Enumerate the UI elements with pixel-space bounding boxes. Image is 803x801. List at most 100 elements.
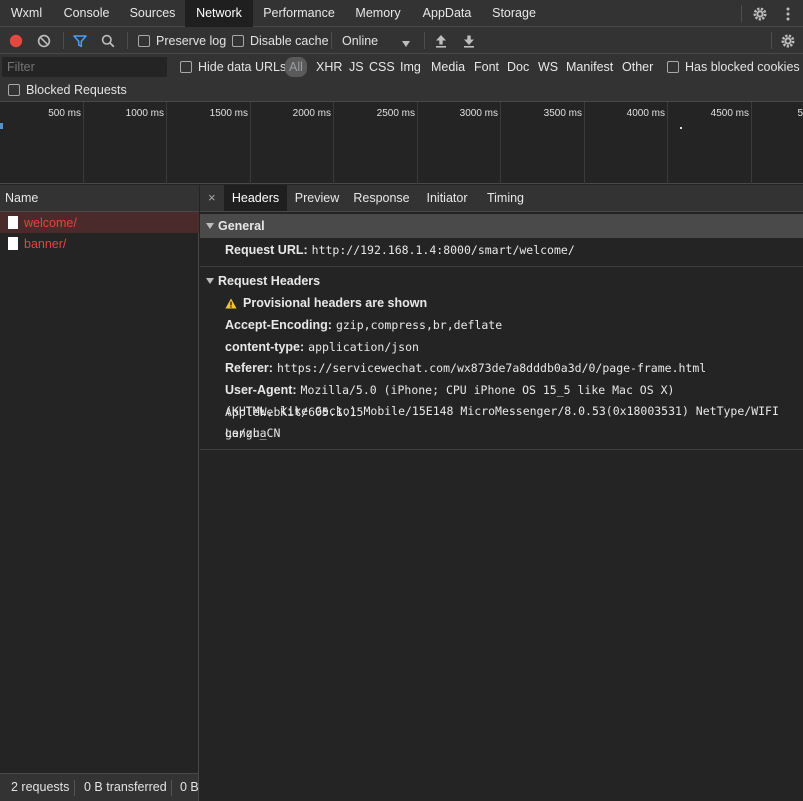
filter-input[interactable] (2, 57, 167, 77)
more-menu-icon[interactable] (778, 0, 798, 27)
warning-text: Provisional headers are shown (243, 296, 428, 310)
type-filter-manifest[interactable]: Manifest (566, 57, 613, 77)
tick-label: 2500 ms (376, 108, 415, 119)
type-filter-js[interactable]: JS (349, 57, 364, 77)
checkbox-box[interactable] (8, 84, 20, 96)
tab-preview[interactable]: Preview (287, 185, 347, 211)
user-agent-row-cont: ge/zh_CN (225, 423, 800, 445)
type-filter-media[interactable]: Media (431, 57, 465, 77)
tab-response[interactable]: Response (347, 185, 416, 211)
tick-label: 4000 ms (626, 108, 665, 119)
checkbox-box[interactable] (138, 34, 150, 47)
request-name: welcome/ (24, 215, 77, 230)
request-list: Name welcome/ banner/ (0, 185, 199, 773)
checkbox-box[interactable] (232, 34, 244, 47)
tab-timing[interactable]: Timing (478, 185, 533, 211)
triangle-down-icon (206, 278, 214, 284)
tab-sources[interactable]: Sources (120, 0, 185, 27)
tick-label: 500 ms (48, 108, 81, 119)
name-column-header[interactable]: Name (0, 185, 199, 212)
clear-icon[interactable] (37, 27, 51, 54)
tab-memory[interactable]: Memory (345, 0, 411, 27)
network-settings-gear-icon[interactable] (780, 27, 796, 54)
timeline-overview[interactable]: 500 ms 1000 ms 1500 ms 2000 ms 2500 ms 3… (0, 102, 803, 184)
type-filter-doc[interactable]: Doc (507, 57, 529, 77)
type-filter-all[interactable]: All (285, 57, 307, 77)
search-icon[interactable] (101, 27, 115, 54)
header-value: gzip,compress,br,deflate (335, 318, 503, 332)
tab-network[interactable]: Network (185, 0, 253, 27)
tick-label: 1500 ms (209, 108, 248, 119)
divider (741, 5, 742, 22)
divider (171, 780, 172, 796)
document-icon (8, 216, 18, 229)
has-blocked-cookies-label: Has blocked cookies (685, 60, 800, 74)
request-row-welcome[interactable]: welcome/ (0, 212, 199, 233)
tab-storage[interactable]: Storage (483, 0, 545, 27)
checkbox-box[interactable] (180, 61, 192, 73)
triangle-down-icon (206, 223, 214, 229)
tab-headers[interactable]: Headers (224, 185, 287, 211)
divider (127, 32, 128, 49)
tab-wxml[interactable]: Wxml (0, 0, 53, 27)
grid-line (584, 102, 585, 184)
record-button[interactable] (9, 27, 23, 54)
request-headers-section-header[interactable]: Request Headers (200, 269, 803, 293)
grid-line (500, 102, 501, 184)
type-filter-css[interactable]: CSS (369, 57, 395, 77)
type-filter-xhr[interactable]: XHR (316, 57, 342, 77)
throttle-select[interactable]: Online (342, 27, 414, 54)
request-url-row: Request URL: http://192.168.1.4:8000/smar… (225, 240, 800, 262)
hide-data-urls-checkbox[interactable]: Hide data URLs (180, 56, 286, 78)
settings-gear-icon[interactable] (750, 0, 770, 27)
type-filter-other[interactable]: Other (622, 57, 653, 77)
has-blocked-cookies-checkbox[interactable]: Has blocked cookies (667, 56, 800, 78)
hide-data-urls-label: Hide data URLs (198, 60, 287, 74)
header-value: application/json (308, 340, 419, 354)
tick-label: 3500 ms (543, 108, 582, 119)
header-key: User-Agent: (225, 383, 297, 397)
checkbox-box[interactable] (667, 61, 679, 73)
tick-label: 3000 ms (459, 108, 498, 119)
tab-performance[interactable]: Performance (253, 0, 345, 27)
type-filter-font[interactable]: Font (474, 57, 499, 77)
request-row-banner[interactable]: banner/ (0, 233, 199, 254)
divider (200, 266, 803, 267)
filter-icon[interactable] (73, 27, 87, 54)
disable-cache-checkbox[interactable]: Disable cache (232, 27, 329, 54)
blocked-requests-checkbox[interactable]: Blocked Requests (8, 79, 127, 101)
close-icon[interactable]: × (208, 185, 220, 211)
grid-line (333, 102, 334, 184)
grid-line (250, 102, 251, 184)
divider (331, 32, 332, 49)
type-filter-ws[interactable]: WS (538, 57, 558, 77)
network-toolbar: Preserve log Disable cache Online (0, 27, 803, 54)
tab-initiator[interactable]: Initiator (416, 185, 478, 211)
warning-icon (225, 298, 237, 309)
document-icon (8, 237, 18, 250)
type-filter-img[interactable]: Img (400, 57, 421, 77)
tab-appdata[interactable]: AppData (411, 0, 483, 27)
blocked-requests-label: Blocked Requests (26, 83, 127, 97)
request-dot-marker (680, 127, 682, 129)
grid-line (417, 102, 418, 184)
export-har-download-icon[interactable] (463, 27, 475, 54)
detail-tab-bar: × Headers Preview Response Initiator Tim… (200, 185, 803, 212)
accept-encoding-row: Accept-Encoding: gzip,compress,br,deflate (225, 315, 800, 337)
transferred-size: 0 B transferred (84, 780, 167, 794)
divider (771, 32, 772, 49)
tick-label: 1000 ms (125, 108, 164, 119)
general-section-header[interactable]: General (200, 214, 803, 238)
header-key: Request URL: (225, 243, 308, 257)
divider (74, 780, 75, 796)
import-har-upload-icon[interactable] (435, 27, 447, 54)
divider (200, 449, 803, 450)
section-title: Request Headers (218, 274, 321, 288)
divider (424, 32, 425, 49)
header-key: Referer: (225, 361, 273, 375)
tab-console[interactable]: Console (53, 0, 120, 27)
preserve-log-checkbox[interactable]: Preserve log (138, 27, 226, 54)
header-value: http://192.168.1.4:8000/smart/welcome/ (311, 243, 575, 257)
throttle-value: Online (342, 33, 379, 48)
preserve-log-label: Preserve log (156, 33, 227, 48)
